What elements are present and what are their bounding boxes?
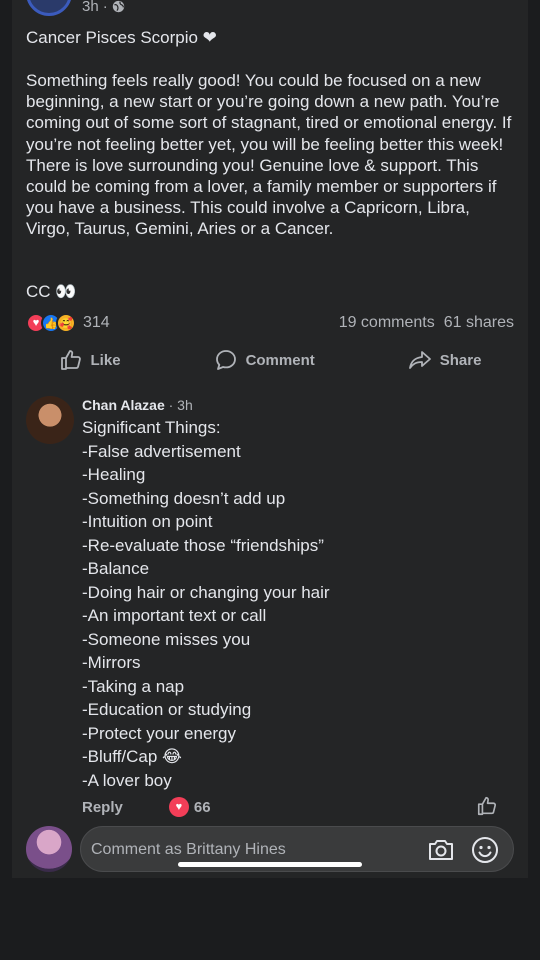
- comment-line: -Education or studying: [82, 700, 252, 719]
- post-signature: CC 👀: [26, 282, 77, 301]
- comment-line: -Intuition on point: [82, 512, 213, 531]
- share-arrow-icon: [408, 351, 431, 369]
- camera-icon[interactable]: [427, 837, 455, 863]
- comment-time: · 3h: [168, 397, 193, 413]
- reaction-count: 314: [83, 314, 110, 331]
- comment-line: -An important text or call: [82, 606, 267, 625]
- comment-line: -Mirrors: [82, 653, 141, 672]
- comment-like-icon[interactable]: [476, 795, 498, 817]
- comment-love-icon: ♥: [168, 797, 189, 817]
- reactions-row: ♥ 👍 🥰 314 19 comments 61 shares: [26, 312, 514, 334]
- like-label: Like: [90, 351, 121, 369]
- current-user-avatar: [26, 826, 72, 872]
- comment-line: -Taking a nap: [82, 676, 185, 696]
- comment-line: -Protect your energy: [82, 723, 237, 743]
- shares-count-link[interactable]: 61 shares: [444, 314, 514, 332]
- comment-line: -Something doesn’t add up: [82, 488, 286, 508]
- comment-line: -Bluff/Cap 😂: [82, 747, 182, 766]
- comment-footer: Reply ♥ 66: [82, 795, 498, 817]
- like-button[interactable]: Like: [59, 348, 121, 372]
- comment-label: Comment: [245, 351, 315, 369]
- reaction-summary[interactable]: ♥ 👍 🥰 314: [26, 313, 110, 333]
- post-meta-separator: ·: [102, 0, 108, 15]
- globe-icon: [112, 0, 124, 13]
- comment-line: -Someone misses you: [82, 629, 251, 649]
- thumbs-up-icon: [60, 350, 81, 370]
- comment-button[interactable]: Comment: [214, 348, 315, 372]
- comment-line: -Healing: [82, 465, 146, 484]
- comment-input[interactable]: [91, 839, 411, 861]
- comment-line: -False advertisement: [82, 441, 241, 461]
- comment-author-name[interactable]: Chan Alazae: [82, 397, 165, 413]
- comment-text: Significant Things: -False advertisement…: [82, 416, 502, 792]
- share-label: Share: [439, 351, 482, 369]
- post-body: Something feels really good! You could b…: [26, 71, 512, 239]
- home-indicator[interactable]: [178, 862, 362, 867]
- post-actions: Like Comment Share: [12, 344, 528, 376]
- comment-line: -Balance: [82, 559, 150, 578]
- comment-reaction-count[interactable]: 66: [194, 799, 211, 816]
- emoji-icon[interactable]: [471, 836, 499, 864]
- post-meta: 3h ·: [82, 0, 125, 15]
- share-button[interactable]: Share: [408, 348, 482, 372]
- comments-count-link[interactable]: 19 comments: [339, 314, 435, 332]
- bottom-area: [0, 878, 540, 960]
- comment-line: -A lover boy: [82, 770, 172, 790]
- comment-header: Chan Alazae · 3h: [82, 397, 193, 413]
- comment-line: -Re-evaluate those “friendships”: [82, 535, 324, 555]
- post-time: 3h: [82, 0, 99, 15]
- comment-line: -Doing hair or changing your hair: [82, 582, 330, 602]
- comment-line: Significant Things:: [82, 418, 221, 437]
- comment-bubble-icon: [215, 350, 236, 370]
- care-reaction-icon: 🥰: [56, 313, 76, 333]
- post-title: Cancer Pisces Scorpio ❤: [26, 28, 217, 47]
- commenter-avatar[interactable]: [26, 396, 74, 444]
- reply-button[interactable]: Reply: [82, 799, 123, 816]
- post-stats: 19 comments 61 shares: [339, 314, 514, 332]
